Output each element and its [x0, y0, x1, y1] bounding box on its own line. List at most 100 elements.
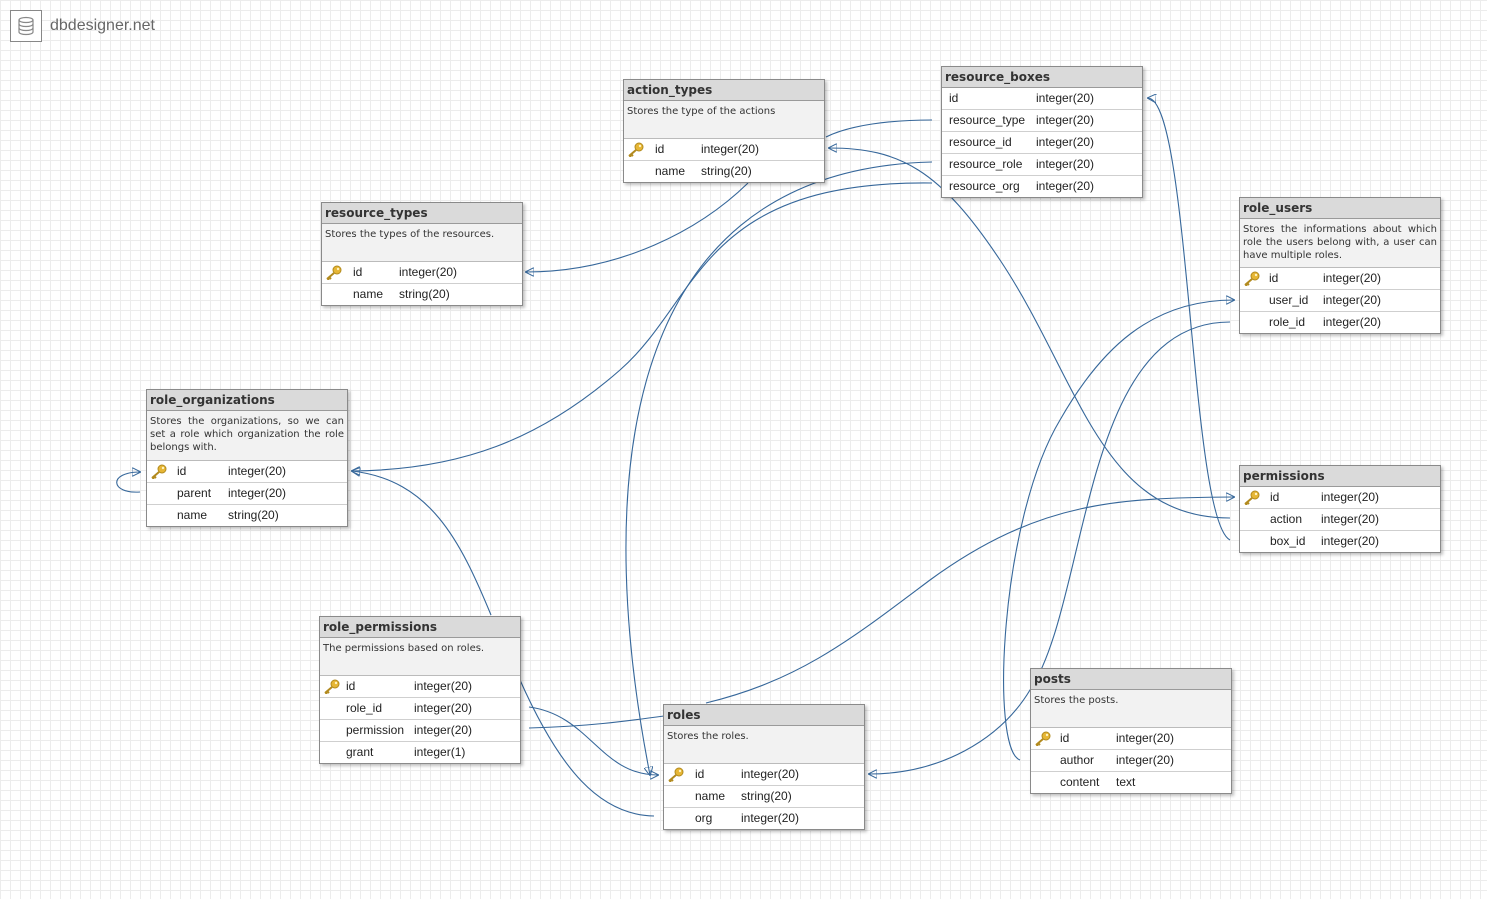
field-type: integer(20) — [1321, 512, 1380, 526]
field-name: name — [353, 287, 384, 301]
field-row[interactable]: resource_org integer(20) — [942, 176, 1142, 197]
field-row[interactable]: name string(20) — [147, 505, 347, 526]
field-name: id — [695, 767, 705, 781]
table-title: role_permissions — [320, 617, 520, 638]
primary-key-icon — [150, 464, 168, 480]
field-row[interactable]: id integer(20) — [1031, 728, 1231, 750]
field-row[interactable]: resource_type integer(20) — [942, 110, 1142, 132]
table-role-permissions[interactable]: role_permissions The permissions based o… — [319, 616, 521, 764]
table-roles[interactable]: roles Stores the roles. id integer(20) n… — [663, 704, 865, 830]
field-name: resource_role — [949, 157, 1023, 171]
table-description: Stores the organizations, so we can set … — [147, 411, 347, 461]
field-type: string(20) — [741, 789, 792, 803]
field-row[interactable]: user_id integer(20) — [1240, 290, 1440, 312]
field-type: integer(20) — [1321, 490, 1380, 504]
table-posts[interactable]: posts Stores the posts. id integer(20) a… — [1030, 668, 1232, 794]
table-description: Stores the types of the resources. — [322, 224, 522, 262]
brand[interactable]: dbdesigner.net — [10, 10, 155, 42]
field-name: resource_org — [949, 179, 1020, 193]
table-description: Stores the type of the actions — [624, 101, 824, 139]
relation-role-permissions-permission-to-roles — [528, 715, 665, 729]
field-type: string(20) — [228, 508, 279, 522]
field-row[interactable]: resource_id integer(20) — [942, 132, 1142, 154]
field-type: integer(20) — [1036, 157, 1095, 171]
field-name: id — [353, 265, 363, 279]
field-row[interactable]: parent integer(20) — [147, 483, 347, 505]
primary-key-icon — [1243, 490, 1261, 506]
field-type: integer(20) — [228, 464, 287, 478]
table-title: role_organizations — [147, 390, 347, 411]
field-row[interactable]: action integer(20) — [1240, 509, 1440, 531]
table-action-types[interactable]: action_types Stores the type of the acti… — [623, 79, 825, 183]
field-name: box_id — [1270, 534, 1306, 548]
relation-role-organizations-self — [116, 472, 140, 493]
field-row[interactable]: id integer(20) — [942, 88, 1142, 110]
field-name: author — [1060, 753, 1095, 767]
field-name: role_id — [1269, 315, 1306, 329]
field-type: integer(20) — [1116, 731, 1175, 745]
table-title: resource_boxes — [942, 67, 1142, 88]
table-resource-types[interactable]: resource_types Stores the types of the r… — [321, 202, 523, 306]
field-row[interactable]: id integer(20) — [147, 461, 347, 483]
table-title: role_users — [1240, 198, 1440, 219]
field-row[interactable]: resource_role integer(20) — [942, 154, 1142, 176]
field-row[interactable]: role_id integer(20) — [320, 698, 520, 720]
field-row[interactable]: author integer(20) — [1031, 750, 1231, 772]
field-name: name — [695, 789, 726, 803]
field-name: parent — [177, 486, 212, 500]
field-row[interactable]: box_id integer(20) — [1240, 531, 1440, 552]
primary-key-icon — [667, 767, 685, 783]
field-row[interactable]: id integer(20) — [1240, 487, 1440, 509]
field-name: action — [1270, 512, 1303, 526]
field-row[interactable]: org integer(20) — [664, 808, 864, 829]
field-type: integer(1) — [414, 745, 466, 759]
table-description: Stores the roles. — [664, 726, 864, 764]
field-type: integer(20) — [414, 723, 473, 737]
primary-key-icon — [1034, 731, 1052, 747]
field-name: id — [346, 679, 356, 693]
field-row[interactable]: role_id integer(20) — [1240, 312, 1440, 333]
field-row[interactable]: id integer(20) — [1240, 268, 1440, 290]
table-title: action_types — [624, 80, 824, 101]
primary-key-icon — [1243, 271, 1261, 287]
field-row[interactable]: id integer(20) — [322, 262, 522, 284]
field-name: id — [949, 91, 959, 105]
table-role-users[interactable]: role_users Stores the informations about… — [1239, 197, 1441, 334]
field-name: name — [655, 164, 686, 178]
primary-key-icon — [627, 142, 645, 158]
relation-role-permissions-to-role-organizations — [352, 471, 492, 616]
relation-permissions-box-id-to-resource-boxes — [1148, 98, 1231, 541]
field-name: id — [1060, 731, 1070, 745]
field-row[interactable]: name string(20) — [322, 284, 522, 305]
field-name: id — [655, 142, 665, 156]
table-resource-boxes[interactable]: resource_boxes id integer(20) resource_t… — [941, 66, 1143, 198]
field-type: integer(20) — [1036, 179, 1095, 193]
table-description: Stores the posts. — [1031, 690, 1231, 728]
relation-permissions-action-to-action-types — [829, 148, 1231, 519]
field-row[interactable]: id integer(20) — [320, 676, 520, 698]
field-row[interactable]: grant integer(1) — [320, 742, 520, 763]
primary-key-icon — [323, 679, 341, 695]
field-type: integer(20) — [1036, 113, 1095, 127]
table-description: Stores the informations about which role… — [1240, 219, 1440, 268]
field-row[interactable]: name string(20) — [624, 161, 824, 182]
field-name: id — [1269, 271, 1279, 285]
field-name: content — [1060, 775, 1100, 789]
field-type: integer(20) — [1321, 534, 1380, 548]
field-type: string(20) — [399, 287, 450, 301]
field-row[interactable]: content text — [1031, 772, 1231, 793]
field-row[interactable]: id integer(20) — [664, 764, 864, 786]
field-row[interactable]: permission integer(20) — [320, 720, 520, 742]
field-row[interactable]: id integer(20) — [624, 139, 824, 161]
database-icon — [10, 10, 42, 42]
field-type: string(20) — [701, 164, 752, 178]
table-permissions[interactable]: permissions id integer(20) action intege… — [1239, 465, 1441, 553]
field-name: grant — [346, 745, 374, 759]
table-role-organizations[interactable]: role_organizations Stores the organizati… — [146, 389, 348, 527]
brand-name: dbdesigner.net — [50, 17, 155, 34]
field-type: integer(20) — [414, 679, 473, 693]
relation-resource-role-to-roles — [625, 161, 933, 775]
field-row[interactable]: name string(20) — [664, 786, 864, 808]
field-type: integer(20) — [1323, 315, 1382, 329]
table-title: resource_types — [322, 203, 522, 224]
